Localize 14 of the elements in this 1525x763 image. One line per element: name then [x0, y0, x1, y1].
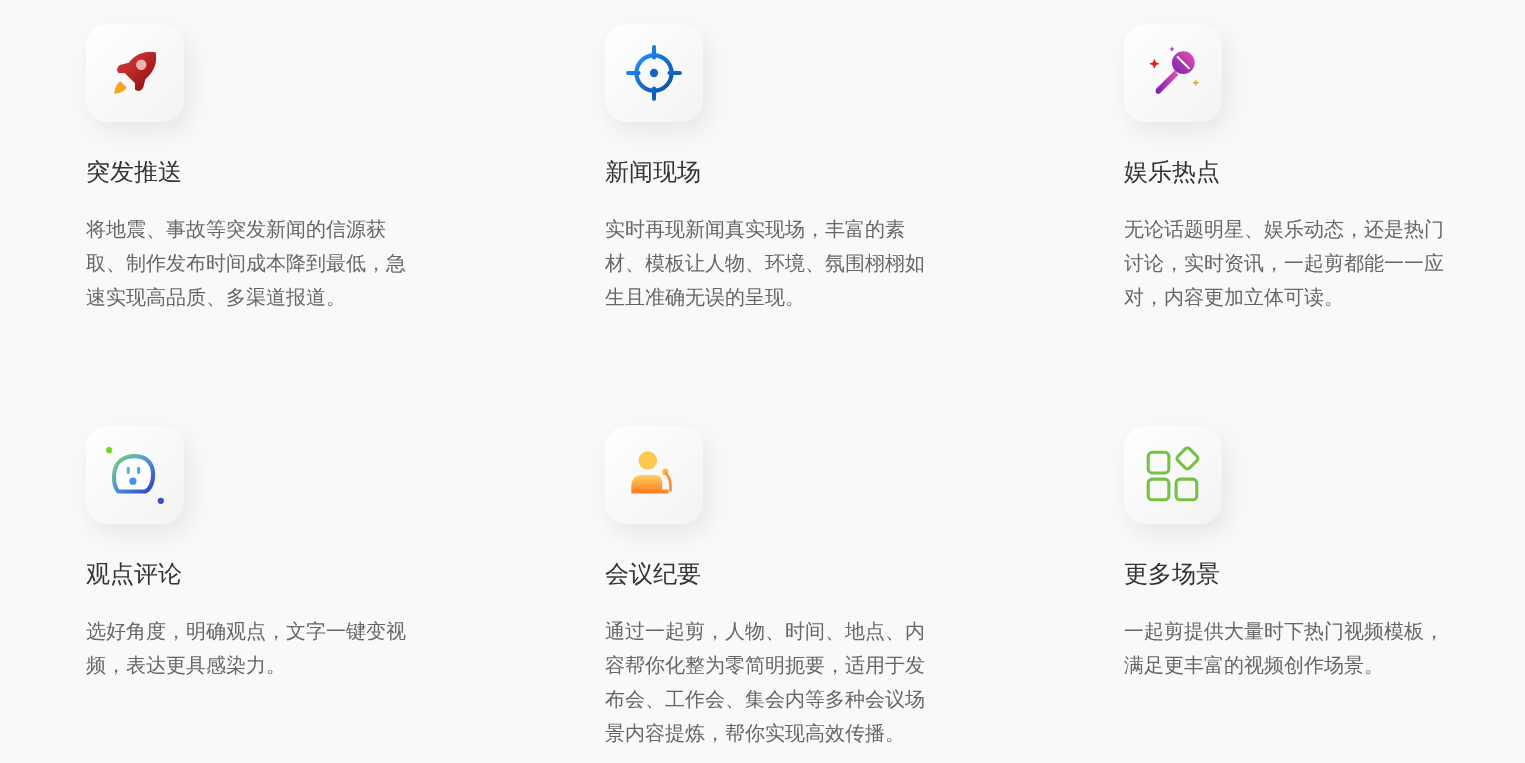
feature-description: 选好角度，明确观点，文字一键变视频，表达更具感染力。: [86, 618, 407, 679]
chat-face-icon: [104, 444, 166, 506]
feature-description: 通过一起剪，人物、时间、地点、内容帮你化整为零简明扼要，适用于发布会、工作会、集会内等多种会议场景内容提炼，帮你实现高效传播。: [605, 618, 926, 747]
feature-description: 无论话题明星、娱乐动态，还是热门讨论，实时资讯，一起剪都能一一应对，内容更加立体可读。: [1124, 216, 1445, 311]
feature-title: 观点评论: [86, 559, 182, 590]
feature-description: 实时再现新闻真实现场，丰富的素材、模板让人物、环境、氛围栩栩如生且准确无误的呈现。: [605, 216, 926, 311]
feature-title: 娱乐热点: [1124, 157, 1220, 188]
feature-title: 新闻现场: [605, 157, 701, 188]
feature-title: 更多场景: [1124, 559, 1220, 590]
feature-title: 突发推送: [86, 157, 182, 188]
feature-title: 会议纪要: [605, 559, 701, 590]
crosshair-icon: [623, 42, 685, 104]
feature-description: 将地震、事故等突发新闻的信源获取、制作发布时间成本降到最低，急速实现高品质、多渠道报道。: [86, 216, 407, 311]
feature-description: 一起剪提供大量时下热门视频模板，满足更丰富的视频创作场景。: [1124, 618, 1445, 679]
